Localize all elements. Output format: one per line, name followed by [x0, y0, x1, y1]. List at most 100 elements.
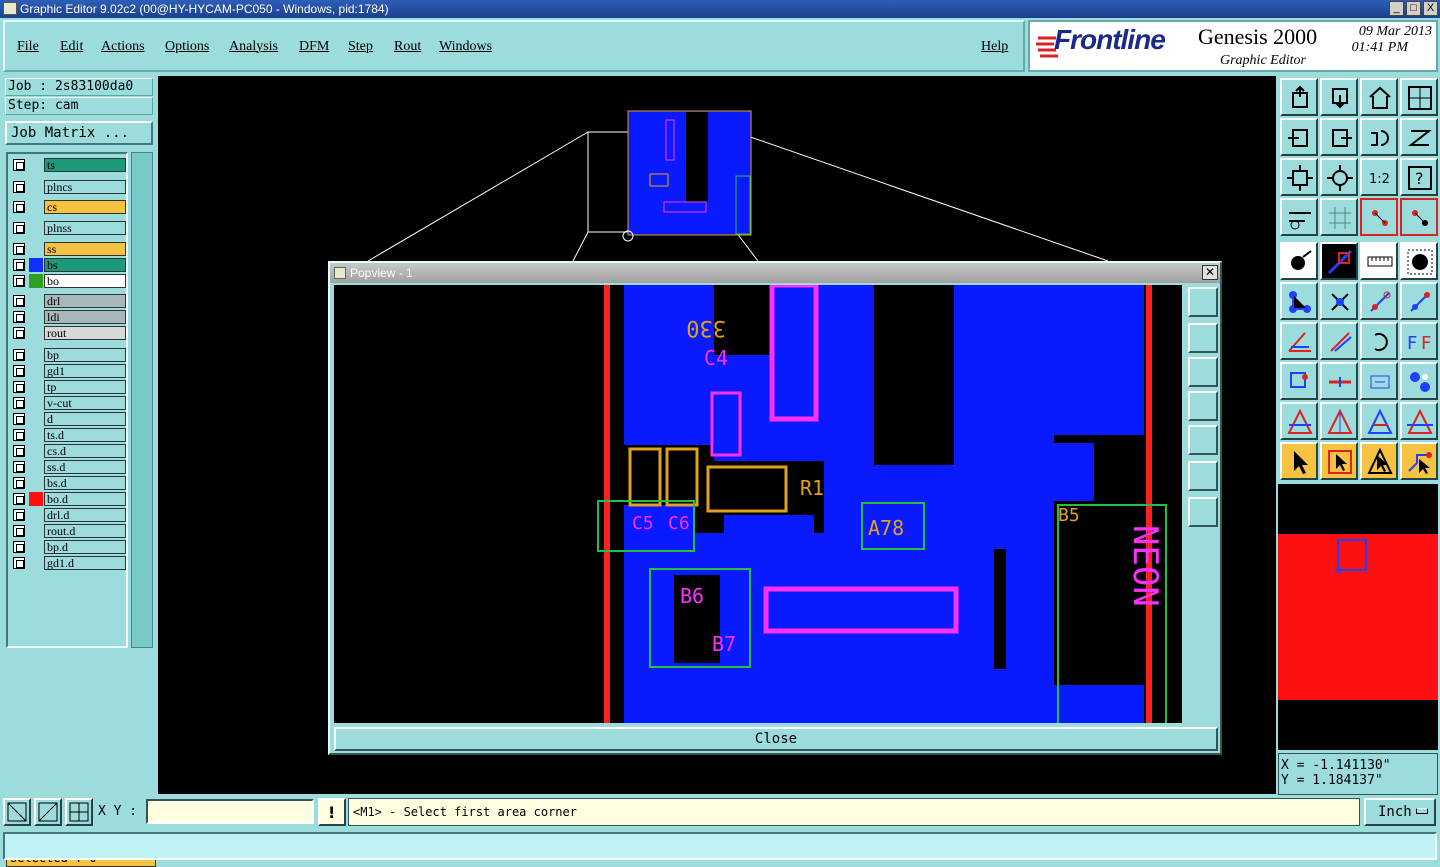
layer-row-drl-d[interactable]: drl.d	[10, 508, 126, 522]
layer-color-swatch[interactable]	[29, 444, 43, 458]
layer-row-cs[interactable]: cs	[10, 200, 126, 214]
scale-1-2-icon[interactable]: 1:2	[1360, 158, 1398, 196]
layer-checkbox[interactable]	[13, 477, 25, 489]
layer-name[interactable]: drl.d	[44, 508, 126, 522]
layer-color-swatch[interactable]	[29, 294, 43, 308]
layer-checkbox[interactable]	[13, 445, 25, 457]
layer-color-swatch[interactable]	[29, 258, 43, 272]
layer-row-ts[interactable]: ts	[10, 158, 126, 172]
layer-row-tp[interactable]: tp	[10, 380, 126, 394]
layer-checkbox[interactable]	[13, 243, 25, 255]
layer-name[interactable]: cs	[44, 200, 126, 214]
layer-row-v-cut[interactable]: v-cut	[10, 396, 126, 410]
delete-feature-icon[interactable]	[1320, 282, 1358, 320]
layer-row-ss-d[interactable]: ss.d	[10, 460, 126, 474]
overview-map[interactable]	[1278, 484, 1438, 750]
layer-color-swatch[interactable]	[29, 492, 43, 506]
layer-name[interactable]: ss.d	[44, 460, 126, 474]
layer-name[interactable]: bo.d	[44, 492, 126, 506]
menu-windows[interactable]: Windows	[439, 39, 492, 55]
rotate-icon[interactable]	[1360, 322, 1398, 360]
layer-checkbox[interactable]	[13, 222, 25, 234]
layer-name[interactable]: plnss	[44, 221, 126, 235]
pad-icon[interactable]	[1400, 242, 1438, 280]
layer-row-ldi[interactable]: ldi	[10, 310, 126, 324]
layer-name[interactable]: bs.d	[44, 476, 126, 490]
home-down-icon[interactable]	[1320, 78, 1358, 116]
snap-icon[interactable]	[1400, 118, 1438, 156]
layer-row-bp[interactable]: bp	[10, 348, 126, 362]
select-poly-icon[interactable]	[1360, 442, 1398, 480]
layer-checkbox[interactable]	[13, 259, 25, 271]
layer-row-ss[interactable]: ss	[10, 242, 126, 256]
layer-checkbox[interactable]	[13, 295, 25, 307]
layer-name[interactable]: ts.d	[44, 428, 126, 442]
triangle-mix-icon[interactable]	[1400, 402, 1438, 440]
layer-name[interactable]: drl	[44, 294, 126, 308]
layer-row-bo[interactable]: bo	[10, 274, 126, 288]
layer-color-swatch[interactable]	[29, 412, 43, 426]
layer-name[interactable]: v-cut	[44, 396, 126, 410]
layer-color-swatch[interactable]	[29, 460, 43, 474]
layer-row-bo-d[interactable]: bo.d	[10, 492, 126, 506]
snap-pad-icon[interactable]	[1360, 198, 1398, 236]
layer-list-scrollbar[interactable]	[131, 152, 153, 648]
menu-options[interactable]: Options	[165, 39, 209, 55]
minimize-button[interactable]: _	[1389, 1, 1404, 16]
layer-name[interactable]: d	[44, 412, 126, 426]
layer-row-drl[interactable]: drl	[10, 294, 126, 308]
xy-input[interactable]	[146, 799, 314, 824]
layer-checkbox[interactable]	[13, 349, 25, 361]
snap-diagonal-icon[interactable]	[34, 798, 62, 826]
layer-color-swatch[interactable]	[29, 348, 43, 362]
layer-row-bs-d[interactable]: bs.d	[10, 476, 126, 490]
zoom-fit-icon[interactable]	[1280, 158, 1318, 196]
ruler-icon[interactable]	[1360, 242, 1398, 280]
layer-name[interactable]: plncs	[44, 180, 126, 194]
layer-checkbox[interactable]	[13, 493, 25, 505]
add-line-icon[interactable]	[1320, 242, 1358, 280]
popview-right-icon[interactable]	[1188, 425, 1218, 455]
layer-color-swatch[interactable]	[29, 428, 43, 442]
select-arrow-icon[interactable]	[1280, 442, 1318, 480]
popview-zoom-icon[interactable]	[1188, 287, 1218, 317]
layer-row-ts-d[interactable]: ts.d	[10, 428, 126, 442]
menu-help[interactable]: Help	[981, 39, 1008, 55]
undo-view-icon[interactable]	[1360, 118, 1398, 156]
alert-icon[interactable]: !	[318, 798, 346, 826]
layer-row-d[interactable]: d	[10, 412, 126, 426]
layer-checkbox[interactable]	[13, 525, 25, 537]
menu-file[interactable]: File	[17, 39, 39, 55]
layer-checkbox[interactable]	[13, 381, 25, 393]
popview-down-icon[interactable]	[1188, 357, 1218, 387]
layer-checkbox[interactable]	[13, 413, 25, 425]
layer-row-bs[interactable]: bs	[10, 258, 126, 272]
layer-checkbox[interactable]	[13, 429, 25, 441]
layer-checkbox[interactable]	[13, 461, 25, 473]
layer-checkbox[interactable]	[13, 541, 25, 553]
layer-color-swatch[interactable]	[29, 221, 43, 235]
move-icon[interactable]	[1360, 282, 1398, 320]
layer-name[interactable]: ldi	[44, 310, 126, 324]
measure-tool-icon[interactable]	[1280, 198, 1318, 236]
grid-icon[interactable]	[1320, 198, 1358, 236]
menu-step[interactable]: Step	[348, 39, 373, 55]
layer-checkbox[interactable]	[13, 327, 25, 339]
select-box-icon[interactable]	[1320, 442, 1358, 480]
unit-selector[interactable]: Inch	[1364, 798, 1436, 826]
layer-checkbox[interactable]	[13, 509, 25, 521]
layer-color-swatch[interactable]	[29, 310, 43, 324]
popview-fit-icon[interactable]	[1188, 461, 1218, 491]
triangle-blue-icon[interactable]	[1360, 402, 1398, 440]
window-split-icon[interactable]	[1400, 78, 1438, 116]
copy-icon[interactable]	[1400, 282, 1438, 320]
layer-checkbox[interactable]	[13, 365, 25, 377]
layer-color-swatch[interactable]	[29, 380, 43, 394]
popview-center-icon[interactable]	[1188, 497, 1218, 527]
layer-color-swatch[interactable]	[29, 274, 43, 288]
mirror-icon[interactable]: FF	[1400, 322, 1438, 360]
layer-color-swatch[interactable]	[29, 242, 43, 256]
layer-row-gd1[interactable]: gd1	[10, 364, 126, 378]
layer-color-swatch[interactable]	[29, 556, 43, 570]
layer-row-rout[interactable]: rout	[10, 326, 126, 340]
